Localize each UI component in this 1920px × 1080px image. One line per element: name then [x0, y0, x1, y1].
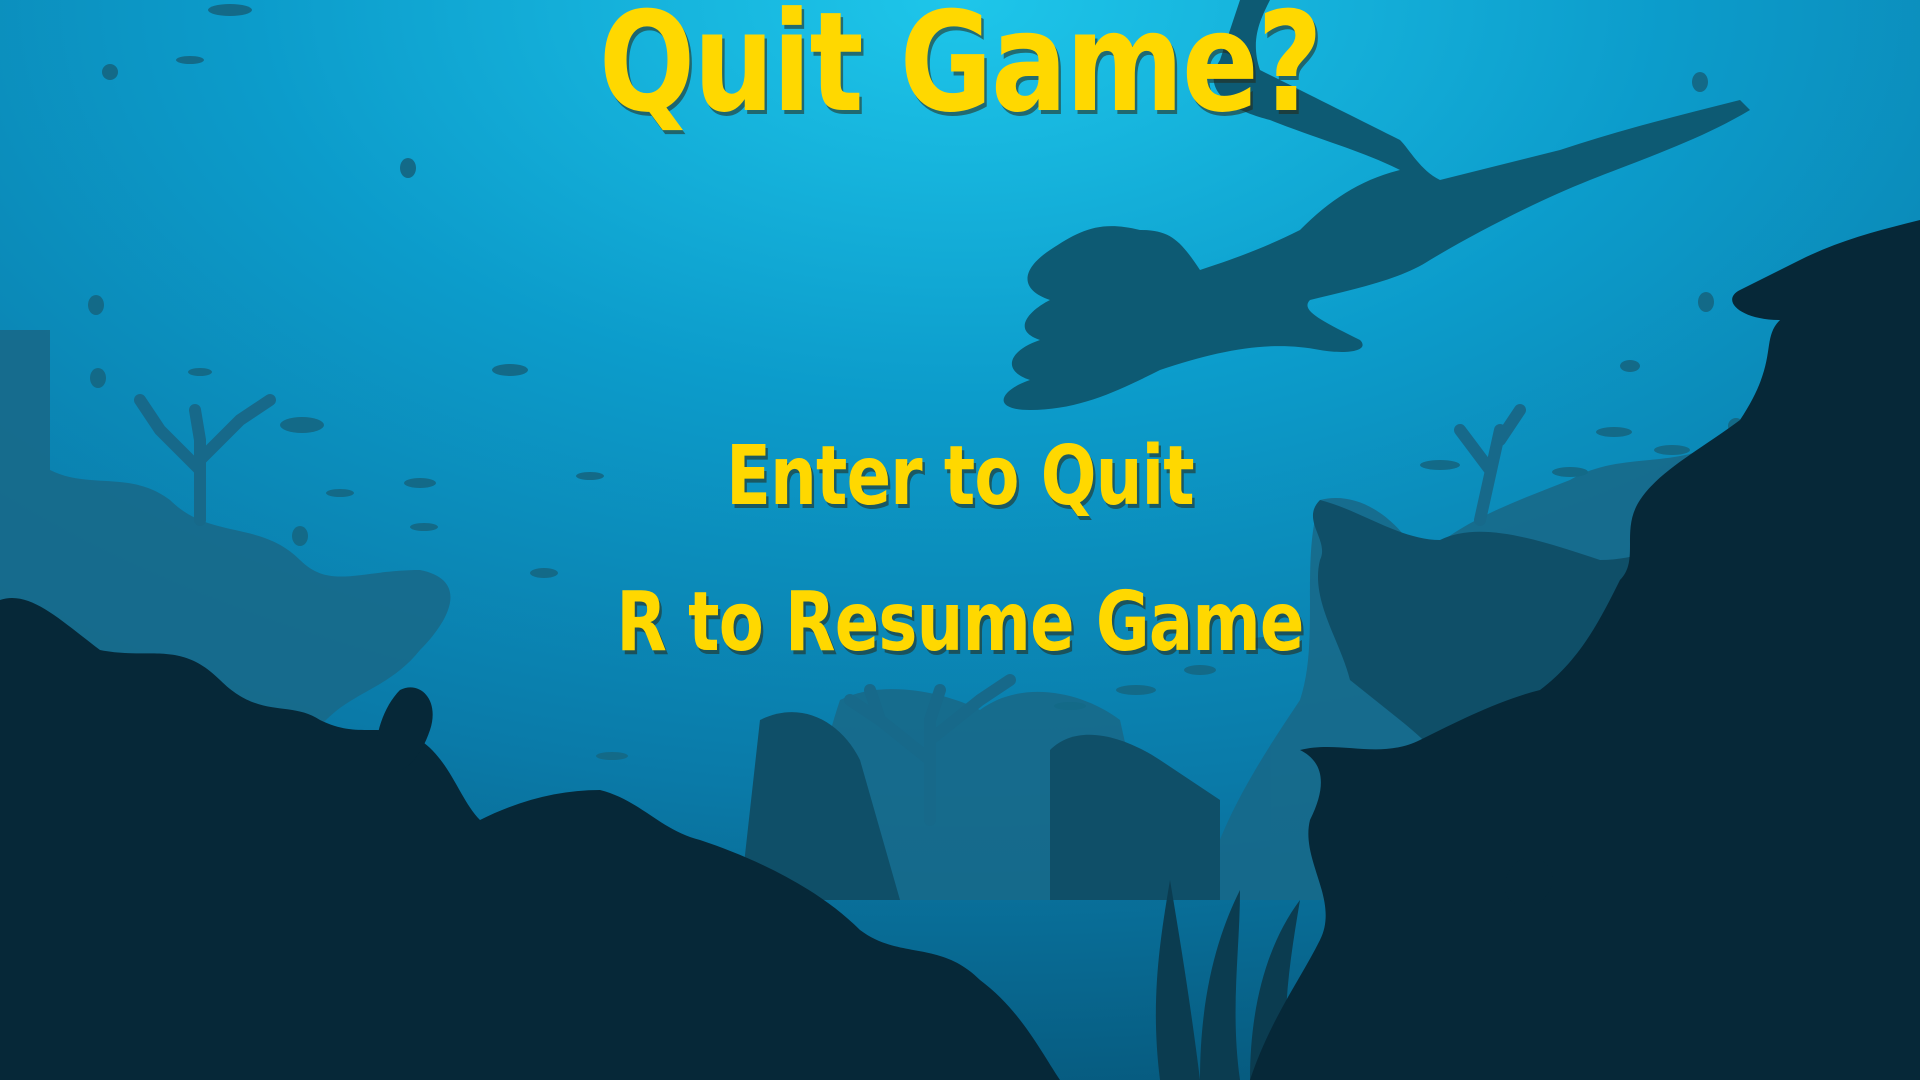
quit-dialog-screen: Quit Game? Enter to Quit R to Resume Gam…: [0, 0, 1920, 1080]
underwater-background: [0, 0, 1920, 1080]
resume-game-option[interactable]: R to Resume Game: [192, 582, 1728, 664]
quit-game-title: Quit Game?: [598, 0, 1323, 143]
enter-to-quit-option[interactable]: Enter to Quit: [192, 436, 1728, 518]
